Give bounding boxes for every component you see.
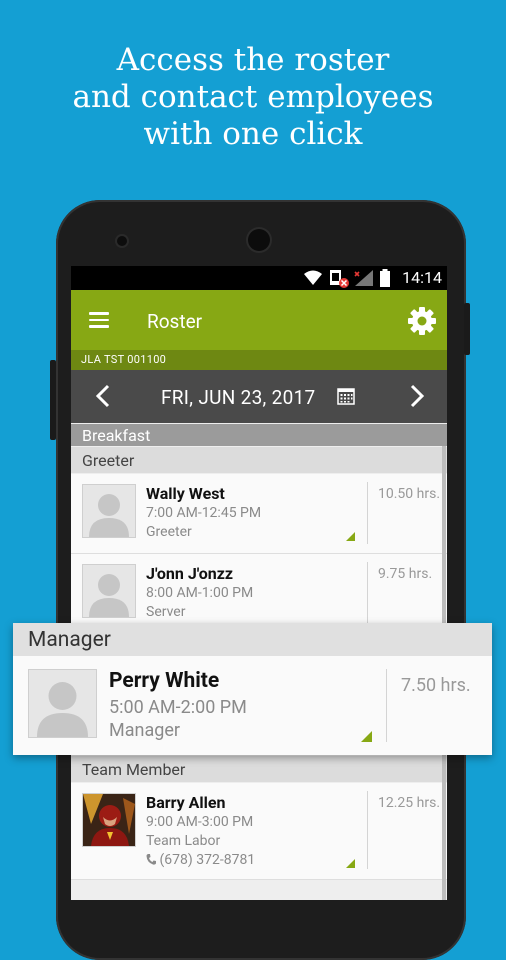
shift-time: 7:00 AM-12:45 PM xyxy=(146,505,262,521)
hours-label: 12.25 hrs. xyxy=(378,795,441,811)
employee-role: Manager xyxy=(109,720,180,741)
app-title: Roster xyxy=(147,310,203,333)
avatar xyxy=(82,793,136,847)
role-label: Manager xyxy=(28,628,111,652)
store-code: JLA TST 001100 xyxy=(81,353,167,366)
divider xyxy=(367,791,368,869)
section-header-breakfast: Breakfast xyxy=(71,424,447,446)
calendar-icon[interactable] xyxy=(337,387,355,405)
phone-screen: 14:14 Roster JLA TST 001100 FRI, JUN 23,… xyxy=(71,266,447,900)
phone-icon xyxy=(146,854,156,865)
avatar xyxy=(82,484,136,538)
corner-indicator xyxy=(361,731,372,742)
employee-role: Server xyxy=(146,604,186,620)
employee-row[interactable]: Wally West 7:00 AM-12:45 PM Greeter 10.5… xyxy=(71,474,447,554)
employee-role: Greeter xyxy=(146,524,192,540)
role-header-manager: Manager xyxy=(13,623,492,656)
featured-manager-card[interactable]: Manager Perry White 5:00 AM-2:00 PM Mana… xyxy=(13,623,492,755)
divider xyxy=(367,482,368,544)
employee-row[interactable]: J'onn J'onzz 8:00 AM-1:00 PM Server 9.75… xyxy=(71,554,447,627)
corner-indicator xyxy=(346,532,355,541)
headline-line-1: Access the roster xyxy=(116,42,390,78)
signal-icon xyxy=(354,270,373,286)
headline-line-2: and contact employees xyxy=(72,79,434,115)
employee-name: Wally West xyxy=(146,484,225,503)
divider xyxy=(386,669,387,742)
gear-icon[interactable] xyxy=(407,306,437,336)
menu-icon[interactable] xyxy=(89,312,109,328)
corner-indicator xyxy=(346,859,355,868)
avatar xyxy=(82,564,136,618)
date-navigator: FRI, JUN 23, 2017 xyxy=(71,370,447,423)
phone-volume-button xyxy=(50,360,56,440)
phone-number: (678) 372-8781 xyxy=(159,852,256,868)
section-label: Breakfast xyxy=(82,426,151,445)
app-bar: Roster xyxy=(71,290,447,350)
hours-label: 9.75 hrs. xyxy=(378,566,433,582)
employee-phone[interactable]: (678) 372-8781 xyxy=(146,852,255,868)
chevron-left-icon[interactable] xyxy=(89,380,119,412)
status-time: 14:14 xyxy=(402,268,442,287)
employee-name: Perry White xyxy=(109,669,220,693)
role-header-greeter: Greeter xyxy=(71,447,447,473)
shift-time: 8:00 AM-1:00 PM xyxy=(146,585,254,601)
phone-speaker xyxy=(248,229,270,251)
employee-row[interactable]: Barry Allen 9:00 AM-3:00 PM Team Labor (… xyxy=(71,783,447,880)
employee-name: J'onn J'onzz xyxy=(146,564,233,583)
selected-date[interactable]: FRI, JUN 23, 2017 xyxy=(161,386,316,409)
battery-icon xyxy=(380,269,390,287)
promo-headline: Access the roster and contact employees … xyxy=(0,42,506,153)
wifi-icon xyxy=(304,270,322,285)
role-header-team-member: Team Member xyxy=(71,756,447,782)
shift-time: 5:00 AM-2:00 PM xyxy=(109,697,247,718)
avatar xyxy=(28,669,97,738)
role-label: Greeter xyxy=(82,451,135,470)
phone-power-button xyxy=(464,303,470,355)
hours-label: 7.50 hrs. xyxy=(401,675,471,696)
status-bar: 14:14 xyxy=(71,266,447,290)
sim-error-icon xyxy=(330,270,349,288)
hours-label: 10.50 hrs. xyxy=(378,486,441,502)
divider xyxy=(367,562,368,624)
chevron-right-icon[interactable] xyxy=(401,380,431,412)
employee-role: Team Labor xyxy=(146,833,221,849)
phone-camera xyxy=(117,236,127,246)
store-bar: JLA TST 001100 xyxy=(71,350,447,370)
role-label: Team Member xyxy=(82,760,186,779)
headline-line-3: with one click xyxy=(143,116,363,152)
employee-name: Barry Allen xyxy=(146,793,226,812)
shift-time: 9:00 AM-3:00 PM xyxy=(146,814,254,830)
